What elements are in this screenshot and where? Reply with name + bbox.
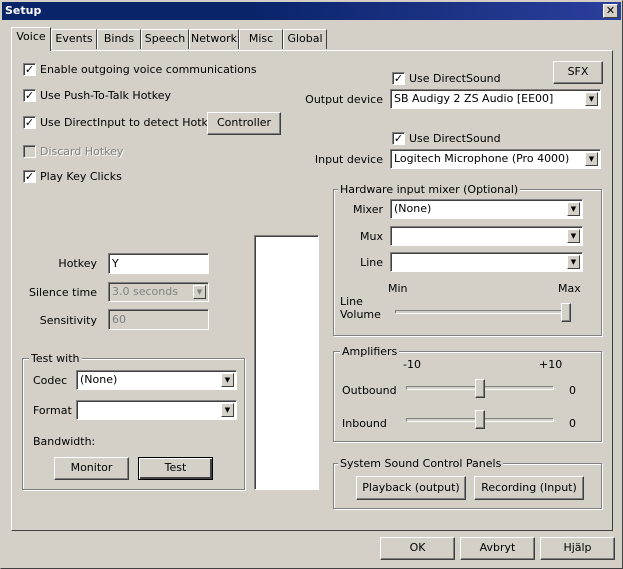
tab-binds[interactable]: Binds (97, 29, 141, 49)
chevron-down-icon[interactable]: ▼ (567, 229, 580, 243)
test-with-title: Test with (29, 352, 82, 365)
chevron-down-icon[interactable]: ▼ (585, 152, 598, 166)
volume-max-label: Max (558, 282, 581, 295)
chevron-down-icon: ▼ (193, 285, 206, 299)
amplifiers-title: Amplifiers (340, 345, 400, 358)
sfx-button[interactable]: SFX (553, 61, 603, 84)
sensitivity-field: 60 (108, 309, 209, 330)
monitor-button[interactable]: Monitor (54, 457, 129, 480)
line-label: Line (360, 256, 383, 269)
chevron-down-icon[interactable]: ▼ (221, 373, 234, 387)
input-device-value: Logitech Microphone (Pro 4000) (394, 152, 570, 165)
output-directsound-label: Use DirectSound (409, 72, 501, 85)
silence-time-select: 3.0 seconds ▼ (108, 282, 209, 302)
inbound-slider[interactable] (475, 410, 485, 429)
line-volume-track (395, 310, 571, 314)
codec-select[interactable]: (None) ▼ (76, 370, 237, 390)
hardware-mixer-title: Hardware input mixer (Optional) (338, 183, 521, 196)
push-to-talk-label: Use Push-To-Talk Hotkey (40, 89, 171, 102)
silence-time-label: Silence time (29, 286, 97, 299)
volume-min-label: Min (388, 282, 408, 295)
hotkey-label: Hotkey (58, 257, 97, 270)
chevron-down-icon[interactable]: ▼ (567, 255, 580, 269)
codec-label: Codec (33, 374, 68, 387)
outbound-value: 0 (569, 384, 576, 397)
chevron-down-icon[interactable]: ▼ (585, 92, 598, 106)
title-bar: Setup ✕ (2, 2, 621, 20)
inbound-value: 0 (569, 417, 576, 430)
outbound-slider[interactable] (475, 379, 485, 398)
mixer-select[interactable]: (None) ▼ (390, 199, 583, 219)
silence-time-value: 3.0 seconds (112, 285, 178, 298)
chevron-down-icon[interactable]: ▼ (567, 202, 580, 216)
controller-button[interactable]: Controller (207, 112, 281, 135)
amp-max-label: +10 (539, 358, 563, 371)
mixer-value: (None) (394, 202, 432, 215)
output-device-label: Output device (305, 93, 383, 106)
input-device-select[interactable]: Logitech Microphone (Pro 4000) ▼ (390, 149, 601, 169)
bandwidth-label: Bandwidth: (33, 435, 96, 448)
format-select[interactable]: ▼ (76, 400, 237, 420)
directinput-label: Use DirectInput to detect Hotkey (40, 116, 221, 129)
enable-outgoing-checkbox[interactable]: ✓ (23, 63, 36, 76)
codec-value: (None) (80, 373, 118, 386)
sound-panels-title: System Sound Control Panels (338, 457, 504, 470)
push-to-talk-checkbox[interactable]: ✓ (23, 89, 36, 102)
mixer-label: Mixer (352, 203, 383, 216)
tab-global[interactable]: Global (283, 29, 327, 49)
ok-button[interactable]: OK (380, 537, 455, 560)
output-device-select[interactable]: SB Audigy 2 ZS Audio [EE00] ▼ (390, 89, 601, 109)
tab-voice[interactable]: Voice (11, 27, 51, 51)
recording-input-button[interactable]: Recording (Input) (474, 476, 584, 500)
volume-label-line2: Volume (340, 308, 381, 321)
tab-events[interactable]: Events (51, 29, 97, 49)
input-device-label: Input device (314, 153, 383, 166)
mux-select[interactable]: ▼ (390, 226, 583, 246)
input-directsound-label: Use DirectSound (409, 132, 501, 145)
enable-outgoing-label: Enable outgoing voice communications (40, 63, 257, 76)
inbound-label: Inbound (342, 417, 387, 430)
line-select[interactable]: ▼ (390, 252, 583, 272)
mux-label: Mux (360, 230, 383, 243)
window-title: Setup (5, 4, 42, 17)
input-directsound-checkbox[interactable]: ✓ (392, 132, 405, 145)
format-label: Format (33, 404, 72, 417)
help-button[interactable]: Hjälp (540, 537, 615, 560)
play-key-clicks-label: Play Key Clicks (40, 170, 122, 183)
hotkey-field[interactable]: Y (108, 253, 209, 274)
outbound-label: Outbound (342, 384, 397, 397)
directinput-checkbox[interactable]: ✓ (23, 116, 36, 129)
chevron-down-icon[interactable]: ▼ (221, 403, 234, 417)
cancel-button[interactable]: Avbryt (460, 537, 535, 560)
playback-output-button[interactable]: Playback (output) (356, 476, 466, 500)
setup-window: Setup ✕ Voice Events Binds Speech Networ… (0, 0, 623, 569)
line-volume-slider[interactable] (561, 303, 571, 322)
discard-hotkey-label: Discard Hotkey (40, 145, 124, 158)
volume-label-line1: Line (340, 295, 363, 308)
tab-misc[interactable]: Misc (239, 29, 283, 49)
tab-speech[interactable]: Speech (141, 29, 189, 49)
discard-hotkey-checkbox (23, 145, 36, 158)
close-icon[interactable]: ✕ (603, 4, 618, 18)
play-key-clicks-checkbox[interactable]: ✓ (23, 170, 36, 183)
sensitivity-label: Sensitivity (39, 314, 97, 327)
test-button[interactable]: Test (138, 457, 213, 480)
output-device-value: SB Audigy 2 ZS Audio [EE00] (394, 92, 554, 105)
output-directsound-checkbox[interactable]: ✓ (392, 72, 405, 85)
level-meter (254, 235, 319, 490)
amp-min-label: -10 (403, 358, 421, 371)
tab-network[interactable]: Network (189, 29, 239, 49)
